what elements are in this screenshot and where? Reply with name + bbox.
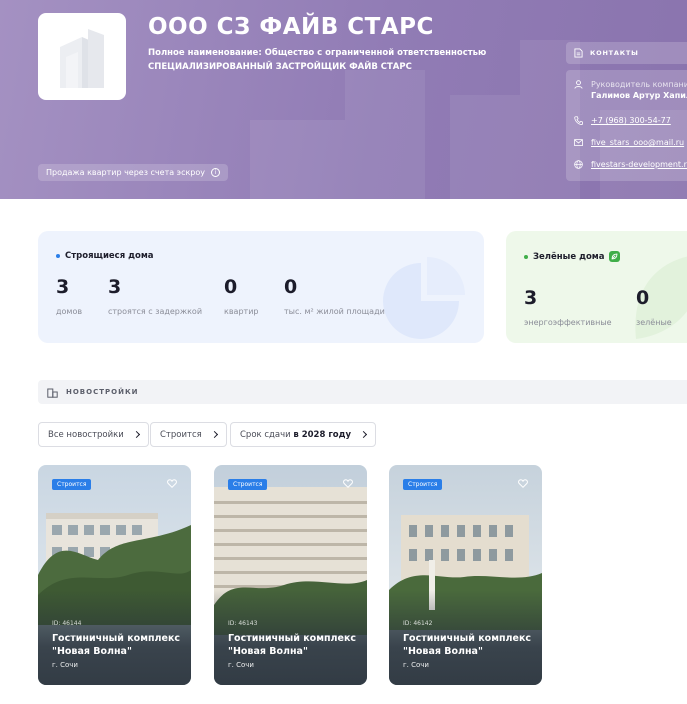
pie-chart-icon	[383, 257, 465, 339]
stats-heading: Строящиеся дома	[56, 251, 154, 261]
page-title: ООО СЗ ФАЙВ СТАРС	[148, 14, 434, 40]
filter-all-newbuilds[interactable]: Все новостройки	[38, 422, 149, 447]
stat-green: 0 зелёные	[636, 287, 672, 327]
status-badge: Строится	[403, 479, 443, 490]
decor-building	[250, 120, 345, 199]
user-icon	[574, 80, 583, 89]
card-id: ID: 46142	[403, 620, 433, 627]
heart-icon[interactable]	[518, 479, 528, 488]
green-houses-card: Зелёные дома 3 энергоэффективные 0 зелён…	[506, 231, 687, 343]
status-badge: Строится	[52, 479, 92, 490]
stat-delayed: 3 строятся с задержкой	[108, 276, 203, 316]
document-icon	[574, 48, 583, 58]
bullet-dot	[56, 254, 60, 258]
card-id: ID: 46144	[52, 620, 82, 627]
bullet-dot	[524, 254, 528, 259]
card-name[interactable]: Гостиничный комплекс "Новая Волна"	[228, 632, 358, 658]
contact-website[interactable]: fivestars-development.ru	[574, 160, 687, 169]
contact-manager: Руководитель компании Галимов Артур Хапи…	[574, 80, 687, 100]
newbuild-card[interactable]: Строится ID: 46144 Гостиничный комплекс …	[38, 465, 191, 685]
mail-icon	[574, 139, 583, 146]
card-id: ID: 46143	[228, 620, 258, 627]
status-badge: Строится	[228, 479, 268, 490]
contact-email[interactable]: five_stars_ooo@mail.ru	[574, 138, 684, 147]
construction-stats-card: Строящиеся дома 3 домов 3 строятся с зад…	[38, 231, 484, 343]
stat-energy-efficient: 3 энергоэффективные	[524, 287, 612, 327]
card-city: г. Сочи	[403, 661, 429, 669]
decor-building	[450, 95, 520, 199]
leaf-icon	[609, 251, 621, 262]
card-city: г. Сочи	[52, 661, 78, 669]
company-logo	[38, 13, 126, 100]
heart-icon[interactable]	[167, 479, 177, 488]
newbuild-card[interactable]: Строится ID: 46142 Гостиничный комплекс …	[389, 465, 542, 685]
chevron-right-icon	[132, 430, 140, 439]
escrow-badge[interactable]: Продажа квартир через счета эскроу i	[38, 164, 229, 181]
heart-icon[interactable]	[343, 479, 353, 488]
stat-houses: 3 домов	[56, 276, 83, 316]
decor-building	[345, 70, 425, 199]
contacts-header: КОНТАКТЫ	[566, 42, 687, 64]
company-full-name: Полное наименование: Общество с ограниче…	[148, 48, 487, 72]
developer-header: ООО СЗ ФАЙВ СТАРС Полное наименование: О…	[0, 0, 687, 199]
card-name[interactable]: Гостиничный комплекс "Новая Волна"	[52, 632, 182, 658]
buildings-icon	[47, 388, 58, 398]
newbuilds-section-header: НОВОСТРОЙКИ	[38, 380, 687, 404]
green-heading: Зелёные дома	[524, 251, 621, 262]
stat-living-area: 0 тыс. м² жилой площади	[284, 276, 385, 316]
stat-apartments: 0 квартир	[224, 276, 259, 316]
chevron-right-icon	[210, 430, 218, 439]
contact-phone[interactable]: +7 (968) 300-54-77	[574, 116, 671, 125]
newbuild-card[interactable]: Строится ID: 46143 Гостиничный комплекс …	[214, 465, 367, 685]
info-icon[interactable]: i	[211, 168, 221, 177]
filter-deadline[interactable]: Срок сдачи в 2028 году	[230, 422, 377, 447]
card-name[interactable]: Гостиничный комплекс "Новая Волна"	[403, 632, 533, 658]
globe-icon	[574, 160, 583, 169]
building-icon	[60, 29, 104, 88]
chevron-right-icon	[359, 430, 368, 439]
card-city: г. Сочи	[228, 661, 254, 669]
phone-icon	[574, 116, 583, 125]
contacts-panel: Руководитель компании Галимов Артур Хапи…	[566, 70, 687, 181]
filter-status[interactable]: Строится	[150, 422, 227, 447]
